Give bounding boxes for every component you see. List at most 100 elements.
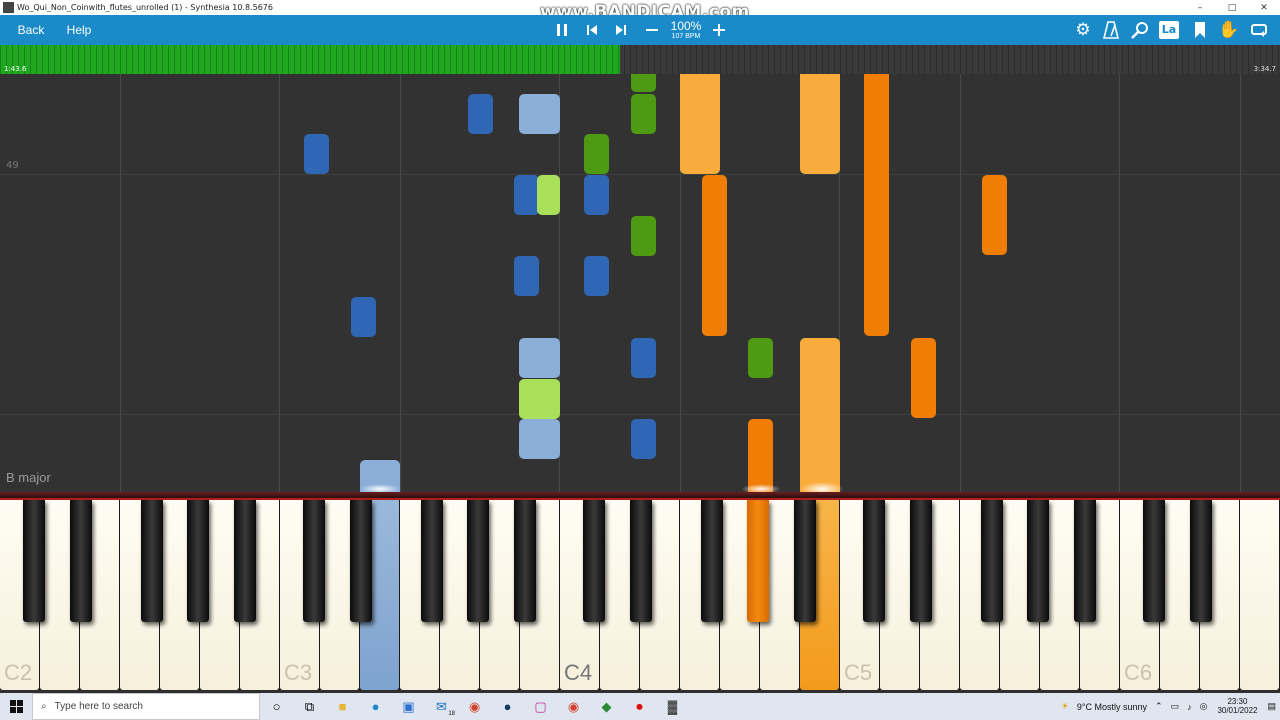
- weather-text[interactable]: 9°C Mostly sunny: [1073, 702, 1151, 712]
- label-icon[interactable]: La: [1158, 19, 1180, 41]
- clock[interactable]: 23:30 30/01/2022: [1211, 697, 1263, 716]
- mail-badge: 18: [448, 711, 455, 717]
- black-key[interactable]: [863, 500, 885, 622]
- black-key[interactable]: [630, 500, 652, 622]
- edge-icon[interactable]: ●: [359, 693, 392, 720]
- black-key[interactable]: [910, 500, 932, 622]
- search-icon: ⌕: [41, 701, 47, 712]
- mail-icon[interactable]: ✉ 18: [425, 693, 458, 720]
- octave-line: [1119, 74, 1120, 492]
- progress-ticks: [0, 45, 1280, 74]
- song-progress-bar[interactable]: 1:43.6 3:34.7: [0, 45, 1280, 74]
- minus-icon[interactable]: [641, 19, 663, 41]
- black-key[interactable]: [583, 500, 605, 622]
- note: [631, 419, 656, 459]
- app-icon[interactable]: ◆: [590, 693, 623, 720]
- octave-line: [960, 74, 961, 492]
- black-key[interactable]: [350, 500, 372, 622]
- black-key[interactable]: [514, 500, 536, 622]
- bookmark-icon[interactable]: [1189, 19, 1211, 41]
- octave-label: C3: [284, 660, 313, 685]
- back-button[interactable]: Back: [10, 15, 52, 45]
- hand-icon[interactable]: ✋: [1218, 19, 1240, 41]
- note: [584, 256, 609, 296]
- next-icon[interactable]: [610, 19, 632, 41]
- note: [519, 419, 560, 459]
- metronome-icon[interactable]: [1100, 19, 1122, 41]
- weather-icon[interactable]: ☀: [1057, 701, 1073, 712]
- task-view-icon[interactable]: ⧉: [293, 693, 326, 720]
- octave-line: [1240, 74, 1241, 492]
- tempo-display: 100% 107 BPM: [666, 20, 706, 40]
- steam-icon[interactable]: ●: [491, 693, 524, 720]
- octave-line: [120, 74, 121, 492]
- language-icon[interactable]: ◎: [1196, 701, 1212, 712]
- toolbar: Back Help 100% 107 BPM ⚙ La ✋: [0, 15, 1280, 45]
- store-icon[interactable]: ▣: [392, 693, 425, 720]
- note-playing: [748, 419, 773, 492]
- note-playing: [800, 338, 840, 492]
- cortana-icon[interactable]: ○: [260, 693, 293, 720]
- note: [702, 175, 727, 336]
- search-placeholder: Type here to search: [54, 701, 143, 712]
- plus-icon[interactable]: [708, 19, 730, 41]
- measure-line: [0, 174, 1280, 175]
- black-key[interactable]: [421, 500, 443, 622]
- note: [584, 134, 609, 174]
- zoom-icon[interactable]: [1129, 19, 1151, 41]
- note-hit-glow: [741, 484, 781, 492]
- note: [631, 216, 656, 256]
- pause-icon[interactable]: [551, 19, 573, 41]
- chrome-icon[interactable]: ◉: [557, 693, 590, 720]
- black-key-pressed[interactable]: [747, 500, 769, 622]
- octave-label: C6: [1124, 660, 1153, 685]
- previous-icon[interactable]: [581, 19, 603, 41]
- black-key[interactable]: [23, 500, 45, 622]
- measure-number: 49: [6, 160, 19, 171]
- help-button[interactable]: Help: [58, 15, 100, 45]
- octave-label: C2: [4, 660, 33, 685]
- network-icon[interactable]: ▭: [1167, 701, 1184, 712]
- black-key[interactable]: [1143, 500, 1165, 622]
- tray-chevron-icon[interactable]: ⌃: [1151, 701, 1167, 712]
- settings-icon[interactable]: ⚙: [1072, 19, 1094, 41]
- record-icon[interactable]: ⏺: [623, 693, 656, 720]
- note: [748, 338, 773, 378]
- chrome-icon[interactable]: ◉: [458, 693, 491, 720]
- white-key[interactable]: [1240, 500, 1279, 690]
- minimize-icon[interactable]: –: [1184, 0, 1216, 15]
- note: [514, 256, 539, 296]
- notifications-icon[interactable]: ▤: [1263, 701, 1280, 712]
- black-key[interactable]: [187, 500, 209, 622]
- black-key[interactable]: [794, 500, 816, 622]
- note: [519, 338, 560, 378]
- close-icon[interactable]: ✕: [1248, 0, 1280, 15]
- black-key[interactable]: [1074, 500, 1096, 622]
- instagram-icon[interactable]: ▢: [524, 693, 557, 720]
- restore-icon[interactable]: □: [1216, 0, 1248, 15]
- piano-keyboard[interactable]: C2 C3 C4 C5 C6: [0, 500, 1280, 690]
- black-key[interactable]: [467, 500, 489, 622]
- windows-start-icon[interactable]: [0, 693, 32, 720]
- note: [514, 175, 539, 215]
- black-key[interactable]: [234, 500, 256, 622]
- current-time: 1:43.6: [4, 65, 27, 73]
- file-explorer-icon[interactable]: ■: [326, 693, 359, 720]
- measure-line: [0, 414, 1280, 415]
- synthesia-icon[interactable]: ▓: [656, 693, 689, 720]
- black-key[interactable]: [1190, 500, 1212, 622]
- black-key[interactable]: [1027, 500, 1049, 622]
- black-key[interactable]: [701, 500, 723, 622]
- key-signature: B major: [6, 470, 51, 485]
- note: [351, 297, 376, 337]
- black-key[interactable]: [981, 500, 1003, 622]
- black-key[interactable]: [303, 500, 325, 622]
- note: [631, 338, 656, 378]
- app-icon: [3, 2, 14, 13]
- black-key[interactable]: [70, 500, 92, 622]
- black-key[interactable]: [141, 500, 163, 622]
- note: [982, 175, 1007, 255]
- loop-icon[interactable]: [1248, 19, 1270, 41]
- volume-icon[interactable]: ♪: [1183, 702, 1196, 712]
- taskbar-search-box[interactable]: ⌕ Type here to search: [32, 693, 260, 720]
